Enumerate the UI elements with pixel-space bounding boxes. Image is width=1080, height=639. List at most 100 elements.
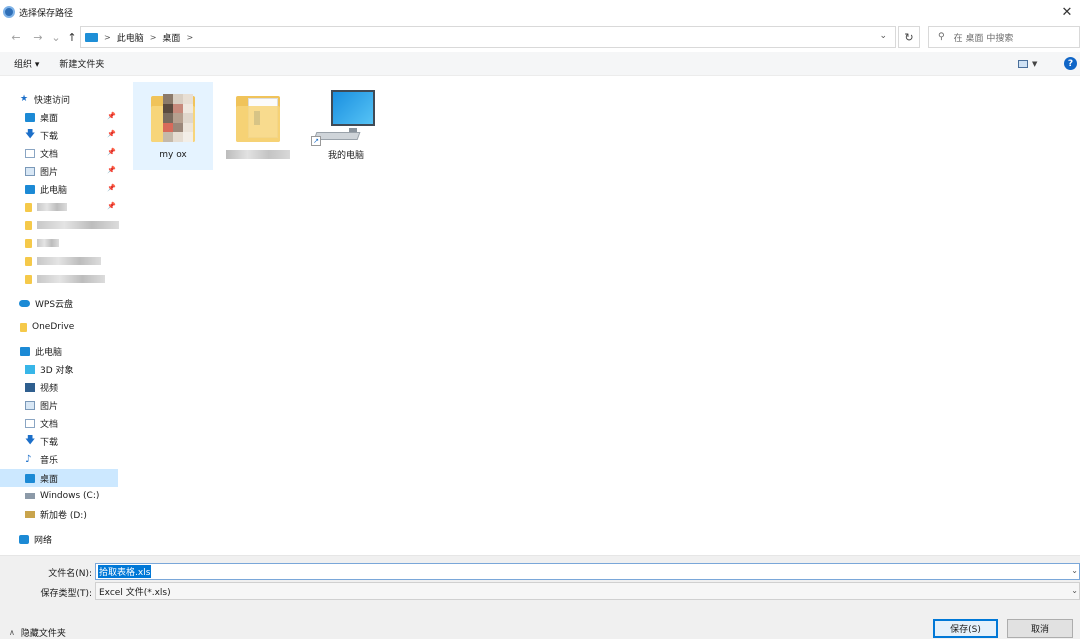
save-form: 文件名(N): 拾取表格.xls ⌄ 保存类型(T): Excel 文件(*.x… [0, 555, 1080, 639]
sidebar-item-network[interactable]: 网络 [19, 530, 118, 548]
folder-icon [149, 92, 197, 144]
search-icon: ⚲ [938, 32, 945, 42]
filename-label: 文件名(N): [48, 569, 92, 579]
search-input[interactable]: 在 桌面 中搜索 [954, 31, 1014, 44]
filetype-select[interactable]: Excel 文件(*.xls) ⌄ [95, 582, 1080, 600]
blurred-label [37, 257, 101, 265]
cancel-button[interactable]: 取消 [1007, 619, 1073, 638]
pin-icon[interactable]: 📌 [107, 166, 116, 174]
hide-folders-label: 隐藏文件夹 [20, 629, 66, 639]
view-icon [1018, 60, 1028, 68]
navigation-pane: ★ 快速访问 桌面 📌 🡇 下载 📌 文档 📌 图片 📌 此电脑 📌 📌 WPS… [0, 77, 128, 555]
sidebar-item-videos[interactable]: 视频 [25, 378, 118, 396]
address-dropdown-button[interactable]: ⌄ [879, 31, 887, 41]
chevron-down-icon[interactable]: ⌄ [1071, 566, 1078, 575]
drive-icon [25, 510, 35, 518]
refresh-button[interactable]: ↻ [898, 26, 920, 48]
sidebar-item-quick-access[interactable]: ★ 快速访问 [20, 90, 118, 108]
sidebar-item-wps-cloud[interactable]: WPS云盘 [19, 294, 118, 312]
back-button[interactable]: ← [8, 29, 24, 45]
file-list[interactable]: my ox ↗ 我的电脑 [128, 77, 1080, 555]
search-box[interactable]: ⚲ 在 桌面 中搜索 [928, 26, 1080, 48]
sidebar-item-label: 桌面 [40, 113, 59, 124]
file-name: 我的电脑 [327, 151, 364, 161]
breadcrumb-this-pc[interactable]: 此电脑 [117, 31, 144, 44]
pin-icon[interactable]: 📌 [107, 148, 116, 156]
sidebar-item-folder[interactable] [25, 234, 118, 252]
sidebar-item-drive-d[interactable]: 新加卷 (D:) [25, 505, 118, 523]
filetype-value: Excel 文件(*.xls) [99, 587, 171, 598]
pin-icon[interactable]: 📌 [107, 184, 116, 192]
sidebar-item-this-pc-quick[interactable]: 此电脑 📌 [25, 180, 118, 198]
hide-folders-toggle[interactable]: ∧ 隐藏文件夹 [9, 626, 66, 639]
breadcrumb-desktop[interactable]: 桌面 [162, 31, 180, 44]
music-icon: ♪ [25, 453, 32, 465]
sidebar-item-downloads-pc[interactable]: 🡇 下载 [25, 432, 118, 450]
pin-icon[interactable]: 📌 [107, 130, 116, 138]
sidebar-item-label: 图片 [40, 167, 59, 178]
file-item-folder-mybox[interactable]: my ox [133, 82, 213, 170]
document-icon [25, 148, 35, 158]
sidebar-item-label: 此电脑 [35, 347, 63, 358]
recent-locations-button[interactable]: ⌄ [48, 29, 64, 45]
thumbnail-mosaic [163, 94, 193, 142]
pin-icon[interactable]: 📌 [107, 202, 116, 210]
onedrive-folder-icon [20, 322, 27, 332]
folder-icon [25, 202, 32, 212]
app-logo-icon [3, 6, 15, 18]
change-view-button[interactable]: ▼ [1018, 58, 1042, 70]
chevron-right-icon: > [104, 32, 111, 42]
sidebar-item-label: 3D 对象 [40, 365, 74, 376]
desktop-icon [25, 473, 35, 483]
blurred-label [37, 239, 59, 247]
sidebar-item-music[interactable]: ♪ 音乐 [25, 450, 118, 468]
computer-icon [20, 346, 30, 356]
filename-input[interactable]: 拾取表格.xls [98, 565, 152, 578]
sidebar-item-drive-c[interactable]: Windows (C:) [25, 487, 118, 505]
forward-button[interactable]: → [30, 29, 46, 45]
shortcut-arrow-icon: ↗ [311, 136, 321, 146]
sidebar-item-pictures-pc[interactable]: 图片 [25, 396, 118, 414]
new-folder-button[interactable]: 新建文件夹 [59, 57, 104, 70]
computer-icon [25, 184, 35, 194]
close-button[interactable]: ✕ [1054, 0, 1080, 24]
help-button[interactable]: ? [1064, 57, 1077, 70]
sidebar-item-folder[interactable]: 📌 [25, 198, 118, 216]
filename-field[interactable]: 拾取表格.xls ⌄ [95, 563, 1080, 580]
sidebar-item-3d-objects[interactable]: 3D 对象 [25, 360, 118, 378]
sidebar-item-desktop-pc[interactable]: 桌面 [0, 469, 118, 487]
folder-icon [25, 220, 32, 230]
video-icon [25, 382, 35, 392]
sidebar-item-label: 网络 [34, 535, 53, 546]
sidebar-item-documents-pc[interactable]: 文档 [25, 414, 118, 432]
sidebar-item-onedrive[interactable]: OneDrive [20, 318, 118, 336]
sidebar-item-pictures[interactable]: 图片 📌 [25, 162, 118, 180]
save-button[interactable]: 保存(S) [933, 619, 998, 638]
sidebar-item-label: 此电脑 [40, 185, 68, 196]
pin-icon[interactable]: 📌 [107, 112, 116, 120]
sidebar-item-folder[interactable] [25, 252, 118, 270]
blurred-label [37, 203, 67, 211]
chevron-right-icon[interactable]: > [186, 33, 193, 42]
sidebar-item-label: 音乐 [40, 455, 59, 466]
sidebar-item-desktop[interactable]: 桌面 📌 [25, 108, 118, 126]
computer-icon [85, 32, 98, 42]
organize-button[interactable]: 组织 ▾ [14, 57, 39, 70]
sidebar-item-this-pc[interactable]: 此电脑 [20, 342, 118, 360]
sidebar-item-label: 新加卷 (D:) [40, 510, 87, 521]
sidebar-item-downloads[interactable]: 🡇 下载 📌 [25, 126, 118, 144]
sidebar-item-label: 快速访问 [34, 95, 71, 106]
blurred-label [37, 275, 105, 283]
sidebar-item-folder[interactable] [25, 270, 118, 288]
address-bar[interactable]: > 此电脑 > 桌面 > ⌄ [80, 26, 896, 48]
folder-icon [25, 238, 32, 248]
sidebar-item-documents[interactable]: 文档 📌 [25, 144, 118, 162]
up-button[interactable]: ↑ [64, 29, 80, 45]
file-item-my-computer[interactable]: ↗ 我的电脑 [306, 82, 386, 170]
file-item-folder[interactable] [218, 82, 298, 170]
sidebar-item-folder[interactable] [25, 216, 125, 234]
chevron-down-icon[interactable]: ⌄ [1071, 586, 1078, 595]
sidebar-item-label: Windows (C:) [40, 491, 100, 501]
sidebar-item-label: 视频 [40, 383, 59, 394]
sidebar-item-label: 下载 [40, 131, 59, 142]
